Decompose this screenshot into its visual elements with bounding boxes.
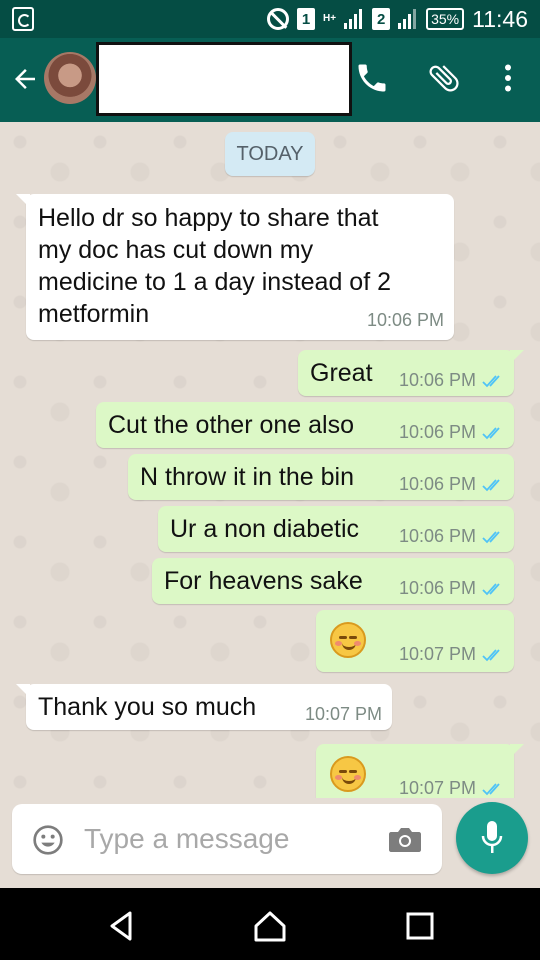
message-line: medicine to 1 a day instead of 2 <box>38 268 392 296</box>
nav-recents-icon[interactable] <box>402 908 438 944</box>
smiling-blush-emoji-icon <box>330 756 366 792</box>
message-bubble-outgoing[interactable]: N throw it in the bin 10:06 PM <box>128 454 514 500</box>
message-meta: 10:06 PM <box>399 422 504 443</box>
message-text: Thank you so much <box>38 693 257 721</box>
message-bubble-outgoing[interactable]: For heavens sake 10:06 PM <box>152 558 514 604</box>
double-check-icon <box>482 530 500 543</box>
message-line: metformin <box>38 300 150 328</box>
composer <box>0 798 540 888</box>
message-meta: 10:06 PM <box>399 578 504 599</box>
message-text: N throw it in the bin <box>140 463 354 491</box>
message-time: 10:06 PM <box>398 370 476 390</box>
mic-button[interactable] <box>456 802 528 874</box>
network-type: H+ <box>323 14 336 24</box>
signal-icon <box>344 9 364 29</box>
message-bubble-incoming[interactable]: Thank you so much 10:07 PM <box>16 684 392 730</box>
double-check-icon <box>482 782 500 795</box>
nav-home-icon[interactable] <box>252 908 288 944</box>
message-line: Hello dr so happy to share that <box>38 204 379 232</box>
message-bubble-outgoing[interactable]: 10:07 PM <box>316 610 514 672</box>
message-time: 10:06 PM <box>398 526 476 546</box>
double-check-icon <box>482 582 500 595</box>
nav-back-icon[interactable] <box>104 908 140 944</box>
smiling-blush-emoji-icon <box>330 622 366 658</box>
attachment-icon[interactable] <box>426 60 462 96</box>
camera-icon[interactable] <box>388 826 422 854</box>
sim1-badge: 1 <box>297 8 316 30</box>
message-time: 10:06 PM <box>366 310 444 330</box>
network-type-label: H+ <box>323 13 337 24</box>
clock: 11:46 <box>472 5 528 32</box>
double-check-icon <box>482 478 500 491</box>
message-text: For heavens sake <box>164 567 363 595</box>
message-time: 10:07 PM <box>304 704 382 724</box>
message-text: Cut the other one also <box>108 411 354 439</box>
chat-area[interactable]: TODAY Hello dr so happy to share that my… <box>0 122 540 798</box>
date-chip: TODAY <box>225 132 315 176</box>
message-meta: 10:06 PM <box>399 474 504 495</box>
signal-icon-2 <box>398 9 418 29</box>
app-notification-icon <box>12 7 34 31</box>
status-bar: 1 H+ 2 35% 11:46 <box>0 0 540 38</box>
message-time: 10:06 PM <box>398 578 476 598</box>
phone-icon[interactable] <box>354 60 390 96</box>
message-bubble-incoming[interactable]: Hello dr so happy to share that my doc h… <box>16 194 454 340</box>
message-time: 10:07 PM <box>398 644 476 664</box>
message-time: 10:06 PM <box>398 422 476 442</box>
message-meta: 10:07 PM <box>399 778 504 798</box>
message-time: 10:07 PM <box>398 778 476 798</box>
battery-level: 35% <box>431 11 460 27</box>
battery-indicator: 35% <box>426 8 465 30</box>
message-line: my doc has cut down my <box>38 236 314 264</box>
sim2-badge: 2 <box>372 8 391 30</box>
message-bubble-outgoing[interactable]: Cut the other one also 10:06 PM <box>96 402 514 448</box>
contact-name-redacted[interactable] <box>96 42 352 116</box>
message-time: 10:06 PM <box>398 474 476 494</box>
message-input[interactable] <box>84 818 374 860</box>
back-arrow-icon[interactable] <box>10 64 40 94</box>
system-nav-bar <box>0 888 540 960</box>
emoji-icon[interactable] <box>32 824 64 856</box>
message-input-box <box>12 804 442 874</box>
more-vert-icon[interactable] <box>490 60 526 96</box>
message-text: Great <box>310 359 373 387</box>
double-check-icon <box>482 374 500 387</box>
message-text: Ur a non diabetic <box>170 515 360 543</box>
double-check-icon <box>482 426 500 439</box>
avatar[interactable] <box>44 52 96 104</box>
message-bubble-outgoing[interactable]: Ur a non diabetic 10:06 PM <box>158 506 514 552</box>
message-bubble-outgoing[interactable]: 10:07 PM <box>316 744 524 798</box>
message-meta: 10:07 PM <box>399 644 504 665</box>
mic-icon <box>481 821 503 853</box>
status-icons: 1 H+ 2 35% 11:46 <box>267 0 528 38</box>
do-not-disturb-icon <box>267 8 290 30</box>
chat-header <box>0 38 540 122</box>
message-meta: 10:06 PM <box>399 526 504 547</box>
message-bubble-outgoing[interactable]: Great 10:06 PM <box>298 350 524 396</box>
message-meta: 10:06 PM <box>399 370 504 391</box>
double-check-icon <box>482 648 500 661</box>
message-text: Hello dr so happy to share that my doc h… <box>38 202 391 330</box>
